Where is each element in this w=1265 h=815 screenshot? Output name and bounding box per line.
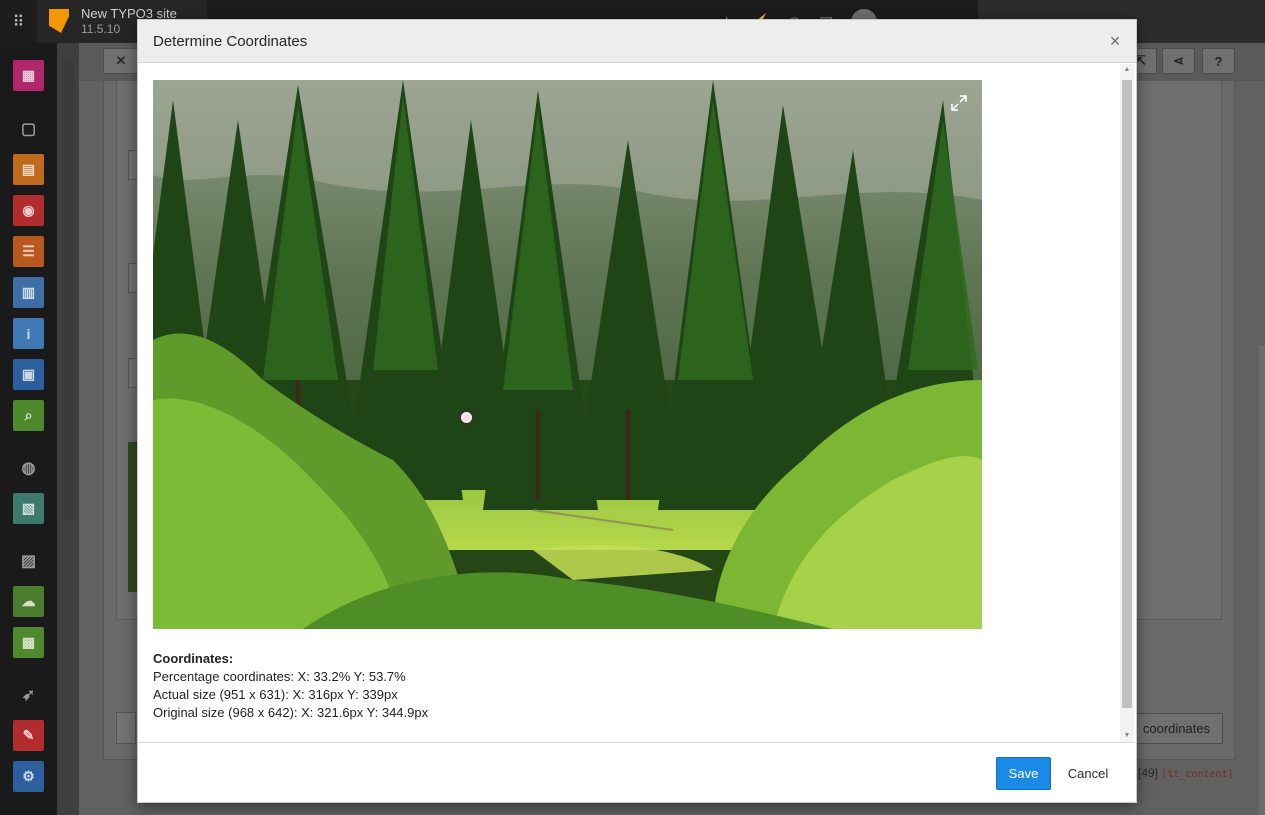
actual-size-coordinates: Actual size (951 x 631): X: 316px Y: 339… <box>153 687 398 702</box>
sites-config-icon[interactable]: ▧ <box>13 493 44 524</box>
modal-header: Determine Coordinates × <box>138 20 1136 63</box>
app-menu-grid-icon[interactable]: ⠿ <box>0 0 37 43</box>
bg-help-button[interactable]: ? <box>1202 48 1235 74</box>
coordinate-image[interactable] <box>153 80 982 629</box>
forest-photo <box>153 80 982 629</box>
coordinate-marker[interactable] <box>461 411 473 423</box>
file-module-icon[interactable]: ▨ <box>13 545 44 576</box>
images-icon[interactable]: ▩ <box>13 627 44 658</box>
scroll-up-icon[interactable]: ▲ <box>1120 64 1134 76</box>
view-module-icon[interactable]: ◉ <box>13 195 44 226</box>
bg-share-button[interactable]: ⋖ <box>1162 48 1195 74</box>
scroll-down-icon[interactable]: ▼ <box>1120 730 1134 742</box>
bg-field-4 <box>116 712 136 744</box>
settings-icon[interactable]: ⚙ <box>13 761 44 792</box>
expand-icon[interactable] <box>950 94 968 112</box>
module-menu: ▦ ▢ ▤ ◉ ☰ ▥ i ▣ ⌕ ◍ ▧ ▨ ☁ ▩ ➶ ✎ ⚙ <box>0 43 57 815</box>
bg-close-button[interactable]: ✕ <box>103 48 139 74</box>
dashboard-icon[interactable]: ▦ <box>13 60 44 91</box>
site-version: 11.5.10 <box>81 22 121 36</box>
coordinates-heading: Coordinates: <box>153 651 234 666</box>
modal-close-icon[interactable]: × <box>1106 31 1124 51</box>
original-size-coordinates: Original size (968 x 642): X: 321.6px Y:… <box>153 705 429 720</box>
page-module-icon[interactable]: ▤ <box>13 154 44 185</box>
info-module-icon[interactable]: i <box>13 318 44 349</box>
modal-body: Coordinates: Percentage coordinates: X: … <box>138 64 1136 742</box>
admin-tools-icon[interactable]: ➶ <box>13 679 44 710</box>
maintenance-icon[interactable]: ✎ <box>13 720 44 751</box>
coordinates-readout: Coordinates: Percentage coordinates: X: … <box>153 650 428 722</box>
bg-coordinates-button[interactable]: coordinates <box>1130 713 1223 744</box>
template-module-icon[interactable]: ▣ <box>13 359 44 390</box>
cancel-button[interactable]: Cancel <box>1058 757 1118 790</box>
workspaces-icon[interactable]: ▥ <box>13 277 44 308</box>
bg-record-info: [49] [tt_content] <box>1138 766 1234 780</box>
list-module-icon[interactable]: ☰ <box>13 236 44 267</box>
modal-title: Determine Coordinates <box>153 33 308 50</box>
save-button[interactable]: Save <box>996 757 1051 790</box>
modal-scroll-thumb[interactable] <box>1122 80 1132 708</box>
search-module-icon[interactable]: ⌕ <box>13 400 44 431</box>
percentage-coordinates: Percentage coordinates: X: 33.2% Y: 53.7… <box>153 669 406 684</box>
modal-footer: Save Cancel <box>138 742 1136 802</box>
site-module-icon[interactable]: ◍ <box>13 452 44 483</box>
module-scrollbar[interactable] <box>62 60 74 520</box>
modal-scrollbar[interactable]: ▲ ▼ <box>1120 64 1134 742</box>
bg-page-scrollbar[interactable] <box>1259 345 1265 815</box>
web-page-icon[interactable]: ▢ <box>13 113 44 144</box>
coordinates-modal: Determine Coordinates × Coordinates: Per… <box>137 19 1137 803</box>
typo3-logo-icon <box>49 9 69 33</box>
filelist-icon[interactable]: ☁ <box>13 586 44 617</box>
